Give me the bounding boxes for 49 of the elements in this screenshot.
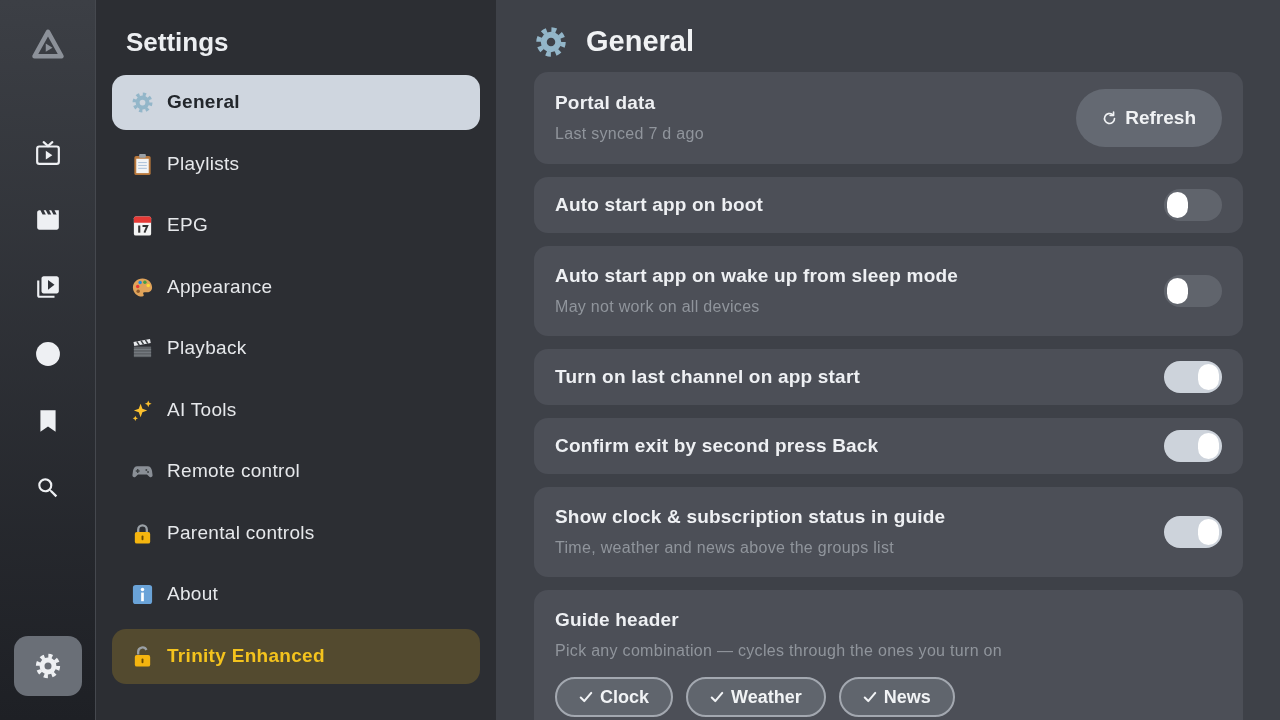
filter-chip[interactable]: Weather — [686, 677, 826, 717]
sparkles-icon — [131, 398, 154, 422]
toggle-switch[interactable] — [1164, 516, 1222, 548]
page-title: General — [586, 24, 694, 60]
sidebar-item[interactable]: Parental controls — [112, 505, 480, 561]
setting-title: Show clock & subscription status in guide — [555, 505, 946, 529]
setting-title: Guide header — [555, 608, 680, 632]
check-icon — [579, 690, 593, 704]
calendar-icon — [131, 214, 154, 237]
check-icon — [710, 690, 725, 704]
toggle-switch[interactable] — [1164, 361, 1222, 393]
sidebar-item[interactable]: Playlists — [112, 136, 480, 192]
refresh-icon — [1102, 110, 1118, 126]
setting-title: Auto start app on boot — [555, 193, 764, 217]
gear-icon — [131, 91, 154, 114]
setting-description: May not work on all devices — [555, 297, 761, 317]
gear-icon — [534, 25, 568, 59]
toggle-switch[interactable] — [1164, 189, 1222, 221]
setting-title: Portal data — [555, 91, 657, 115]
toggle-switch[interactable] — [1164, 430, 1222, 462]
sidebar-item[interactable]: Remote control — [112, 444, 480, 499]
video-library-icon[interactable] — [34, 274, 61, 300]
palette-icon — [131, 275, 154, 299]
setting-description: Time, weather and news above the groups list — [555, 538, 895, 558]
filter-chip[interactable]: Clock — [555, 677, 674, 717]
sidebar-item[interactable]: About — [112, 567, 480, 622]
refresh-button[interactable]: Refresh — [1076, 89, 1222, 147]
sidebar-item[interactable]: AI Tools — [112, 382, 480, 438]
filter-chip[interactable]: News — [838, 677, 955, 717]
sidebar-item[interactable]: Trinity Enhanced — [112, 628, 480, 684]
sidebar-item[interactable]: Appearance — [112, 259, 480, 315]
sidebar-item[interactable]: Playback — [112, 321, 480, 376]
tv-icon[interactable] — [34, 140, 61, 166]
clipboard-icon — [131, 152, 154, 176]
clapperboard-icon — [131, 337, 154, 360]
setting-description: Pick any combination — cycles through the ones you turn on — [555, 641, 1003, 661]
settings-icon — [33, 652, 62, 680]
toggle-switch[interactable] — [1164, 275, 1222, 307]
sidebar-item[interactable]: EPG — [112, 198, 480, 253]
settings-button[interactable] — [13, 636, 82, 696]
setting-title: Confirm exit by second press Back — [555, 434, 879, 458]
clapperboard-icon[interactable] — [34, 207, 61, 233]
setting-description: Last synced 7 d ago — [555, 124, 704, 144]
info-icon — [131, 583, 154, 606]
check-icon — [862, 690, 877, 704]
dot-icon[interactable] — [34, 341, 61, 367]
setting-title: Turn on last channel on app start — [555, 365, 860, 389]
sidebar-title: Settings — [125, 26, 230, 58]
setting-title: Auto start app on wake up from sleep mode — [555, 264, 959, 288]
